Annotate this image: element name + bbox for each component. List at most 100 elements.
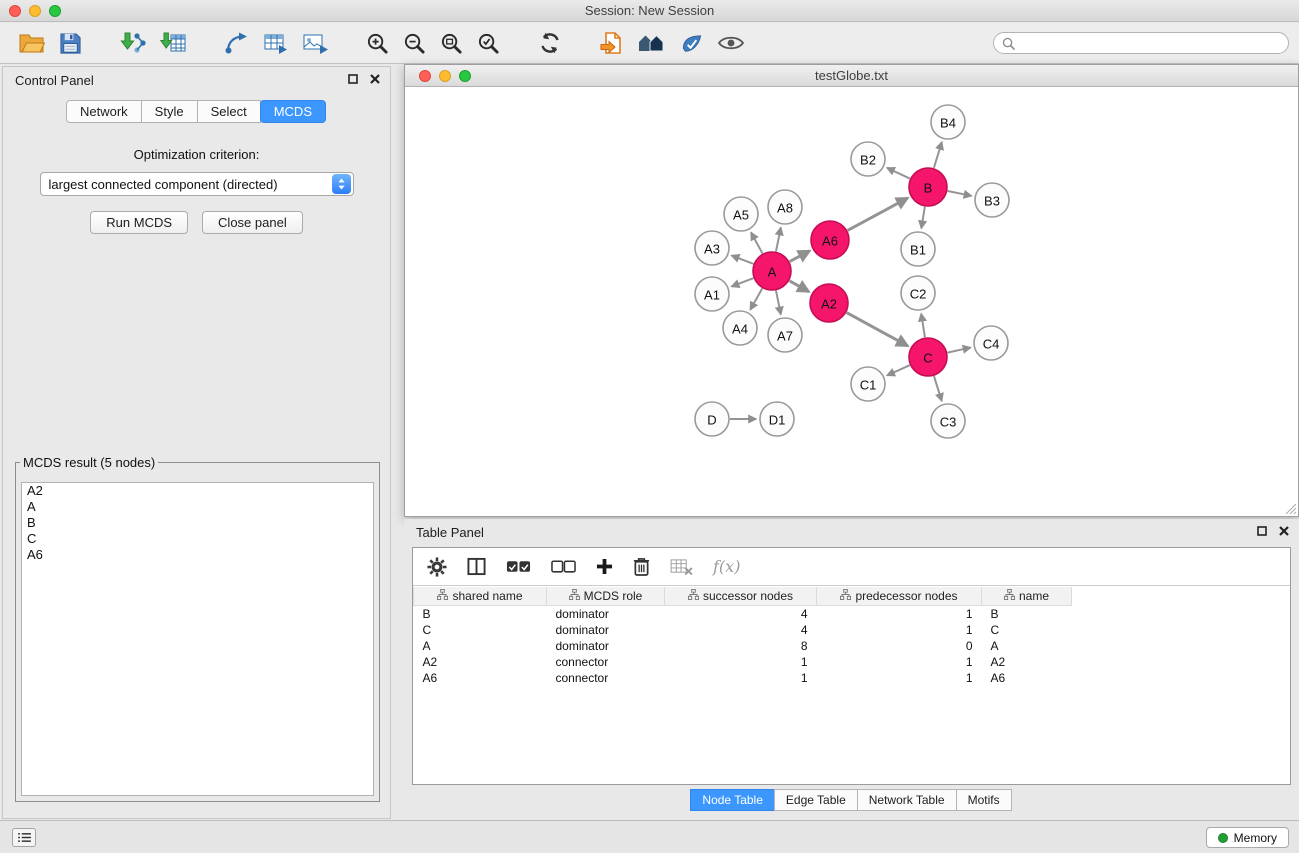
table-cell[interactable]: A: [982, 638, 1072, 654]
mcds-result-item[interactable]: A: [22, 499, 373, 515]
table-row[interactable]: A2connector11A2: [414, 654, 1072, 670]
table-cell[interactable]: C: [982, 622, 1072, 638]
node-B2[interactable]: B2: [851, 142, 885, 176]
table-cell[interactable]: 4: [665, 606, 817, 623]
control-tab-mcds[interactable]: MCDS: [260, 100, 326, 123]
node-B1[interactable]: B1: [901, 232, 935, 266]
table-cell[interactable]: connector: [547, 654, 665, 670]
zoom-out-icon[interactable]: [400, 27, 429, 59]
node-A7[interactable]: A7: [768, 318, 802, 352]
mcds-result-item[interactable]: A6: [22, 547, 373, 563]
settings-gear-icon[interactable]: [427, 557, 447, 577]
control-tab-select[interactable]: Select: [197, 100, 261, 123]
zoom-selected-icon[interactable]: [474, 27, 503, 59]
edge-B-B4[interactable]: [934, 142, 942, 168]
network-graph[interactable]: B4B2BB3A8A5A6A3B1AC2A1A2A4A7C4CC1C3DD1: [405, 88, 1298, 516]
close-window-icon[interactable]: [9, 5, 21, 17]
export-document-icon[interactable]: [597, 27, 627, 59]
edge-B-B3[interactable]: [948, 191, 972, 196]
edge-C-C3[interactable]: [934, 376, 942, 401]
edge-A-A6[interactable]: [790, 251, 810, 262]
mcds-result-item[interactable]: C: [22, 531, 373, 547]
table-cell[interactable]: dominator: [547, 638, 665, 654]
new-network-icon[interactable]: [221, 27, 251, 59]
table-cell[interactable]: A: [414, 638, 547, 654]
table-cell[interactable]: 0: [817, 638, 982, 654]
criterion-dropdown[interactable]: largest connected component (directed): [40, 172, 354, 196]
add-row-icon[interactable]: [596, 558, 613, 575]
new-table-icon[interactable]: [259, 27, 291, 59]
table-tab-edge-table[interactable]: Edge Table: [774, 789, 858, 811]
mcds-result-item[interactable]: B: [22, 515, 373, 531]
edge-B-B1[interactable]: [921, 207, 924, 229]
style-check-icon[interactable]: [677, 27, 707, 59]
node-A4[interactable]: A4: [723, 311, 757, 345]
control-tab-network[interactable]: Network: [66, 100, 142, 123]
table-cell[interactable]: 1: [817, 606, 982, 623]
table-cell[interactable]: dominator: [547, 622, 665, 638]
mcds-result-list[interactable]: A2ABCA6: [21, 482, 374, 796]
select-all-icon[interactable]: [506, 560, 531, 574]
table-cell[interactable]: dominator: [547, 606, 665, 623]
table-cell[interactable]: B: [414, 606, 547, 623]
node-C2[interactable]: C2: [901, 276, 935, 310]
memory-button[interactable]: Memory: [1206, 827, 1289, 848]
deselect-all-icon[interactable]: [551, 560, 576, 574]
node-C1[interactable]: C1: [851, 367, 885, 401]
close-table-panel-icon[interactable]: [1279, 526, 1289, 536]
node-A5[interactable]: A5: [724, 197, 758, 231]
node-A[interactable]: A: [753, 252, 791, 290]
node-B[interactable]: B: [909, 168, 947, 206]
node-A1[interactable]: A1: [695, 277, 729, 311]
column-header-name[interactable]: name: [982, 587, 1072, 606]
node-A2[interactable]: A2: [810, 284, 848, 322]
zoom-network-window-icon[interactable]: [459, 70, 471, 82]
home-networks-icon[interactable]: [635, 27, 669, 59]
table-cell[interactable]: B: [982, 606, 1072, 623]
table-tab-motifs[interactable]: Motifs: [956, 789, 1012, 811]
table-tab-network-table[interactable]: Network Table: [857, 789, 957, 811]
edge-C-C2[interactable]: [921, 314, 925, 337]
minimize-network-window-icon[interactable]: [439, 70, 451, 82]
node-C4[interactable]: C4: [974, 326, 1008, 360]
table-cell[interactable]: 1: [817, 670, 982, 686]
column-header-MCDS-role[interactable]: MCDS role: [547, 587, 665, 606]
delete-table-icon[interactable]: [670, 558, 693, 575]
node-A8[interactable]: A8: [768, 190, 802, 224]
close-panel-button[interactable]: Close panel: [202, 211, 303, 234]
mcds-result-item[interactable]: A2: [22, 483, 373, 499]
node-B4[interactable]: B4: [931, 105, 965, 139]
table-cell[interactable]: C: [414, 622, 547, 638]
column-header-successor-nodes[interactable]: successor nodes: [665, 587, 817, 606]
node-D[interactable]: D: [695, 402, 729, 436]
edge-C-C4[interactable]: [948, 348, 971, 353]
edge-B-B2[interactable]: [887, 168, 910, 179]
refresh-icon[interactable]: [535, 27, 565, 59]
table-cell[interactable]: connector: [547, 670, 665, 686]
table-cell[interactable]: 8: [665, 638, 817, 654]
edge-A-A7[interactable]: [776, 291, 781, 315]
edge-A-A5[interactable]: [751, 232, 762, 253]
table-row[interactable]: Cdominator41C: [414, 622, 1072, 638]
float-panel-icon[interactable]: [348, 74, 358, 84]
export-image-icon[interactable]: [299, 27, 331, 59]
table-tab-node-table[interactable]: Node Table: [690, 789, 775, 811]
control-tab-style[interactable]: Style: [141, 100, 198, 123]
run-mcds-button[interactable]: Run MCDS: [90, 211, 188, 234]
network-canvas[interactable]: B4B2BB3A8A5A6A3B1AC2A1A2A4A7C4CC1C3DD1: [405, 88, 1298, 516]
close-panel-icon[interactable]: [370, 74, 380, 84]
minimize-window-icon[interactable]: [29, 5, 41, 17]
node-C[interactable]: C: [909, 338, 947, 376]
float-table-panel-icon[interactable]: [1257, 526, 1267, 536]
table-cell[interactable]: A6: [414, 670, 547, 686]
save-icon[interactable]: [56, 27, 85, 59]
table-cell[interactable]: 1: [665, 670, 817, 686]
edge-A6-B[interactable]: [848, 198, 908, 231]
close-network-window-icon[interactable]: [419, 70, 431, 82]
node-B3[interactable]: B3: [975, 183, 1009, 217]
table-cell[interactable]: 1: [817, 654, 982, 670]
table-row[interactable]: Adominator80A: [414, 638, 1072, 654]
table-cell[interactable]: A2: [982, 654, 1072, 670]
zoom-fit-icon[interactable]: [437, 27, 466, 59]
edge-A-A3[interactable]: [732, 256, 754, 264]
